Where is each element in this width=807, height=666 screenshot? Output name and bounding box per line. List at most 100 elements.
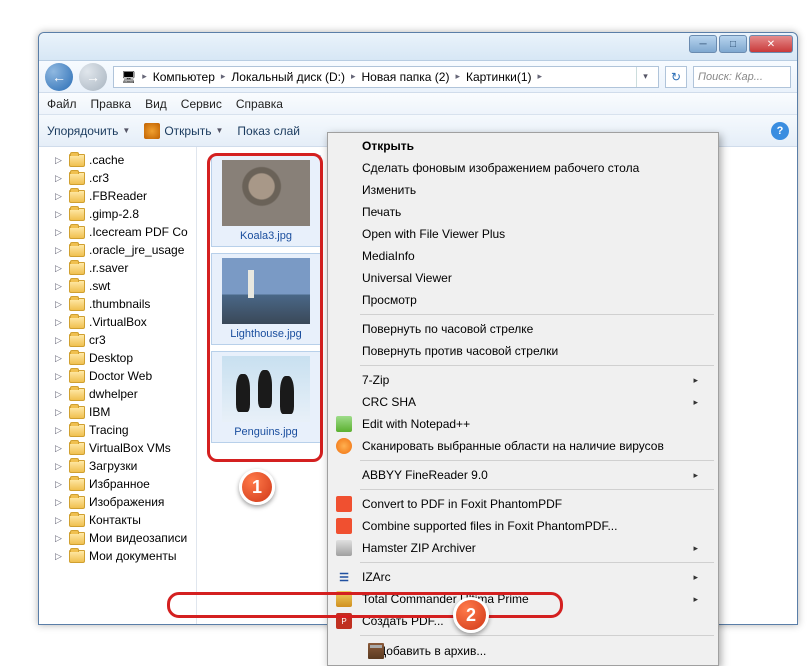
menu-view[interactable]: Вид: [145, 97, 167, 111]
notepad-icon: [336, 416, 352, 432]
tree-item[interactable]: ▷.cr3: [39, 169, 196, 187]
ctx-hamster[interactable]: Hamster ZIP Archiver▸: [330, 537, 716, 559]
file-lighthouse[interactable]: Lighthouse.jpg: [211, 253, 321, 345]
tree-label: dwhelper: [89, 387, 138, 401]
ctx-print[interactable]: Печать: [330, 201, 716, 223]
menu-service[interactable]: Сервис: [181, 97, 222, 111]
folder-icon: [69, 244, 85, 257]
menu-help[interactable]: Справка: [236, 97, 283, 111]
organize-button[interactable]: Упорядочить▼: [47, 124, 130, 138]
tree-item[interactable]: ▷.gimp-2.8: [39, 205, 196, 223]
bc-folder2[interactable]: Картинки(1): [463, 70, 535, 84]
tree-item[interactable]: ▷Tracing: [39, 421, 196, 439]
tree-item[interactable]: ▷VirtualBox VMs: [39, 439, 196, 457]
totalcmd-icon: [336, 591, 352, 607]
back-button[interactable]: ←: [45, 63, 73, 91]
ctx-open[interactable]: Открыть: [330, 135, 716, 157]
folder-icon: [69, 532, 85, 545]
ctx-crcsha[interactable]: CRC SHA▸: [330, 391, 716, 413]
tree-label: .cache: [89, 153, 124, 167]
ctx-izarc[interactable]: ☰IZArc▸: [330, 566, 716, 588]
tree-label: .FBReader: [89, 189, 147, 203]
ctx-fileviewer[interactable]: Open with File Viewer Plus: [330, 223, 716, 245]
ctx-rotate-cw[interactable]: Повернуть по часовой стрелке: [330, 318, 716, 340]
bc-drive[interactable]: Локальный диск (D:): [228, 70, 348, 84]
tree-item[interactable]: ▷.swt: [39, 277, 196, 295]
file-penguins[interactable]: Penguins.jpg: [211, 351, 321, 443]
titlebar[interactable]: ─ □ ✕: [39, 33, 797, 61]
folder-icon: [69, 298, 85, 311]
tree-item[interactable]: ▷Контакты: [39, 511, 196, 529]
maximize-button[interactable]: □: [719, 35, 747, 53]
tree-item[interactable]: ▷Мои видеозаписи: [39, 529, 196, 547]
ctx-abbyy[interactable]: ABBYY FineReader 9.0▸: [330, 464, 716, 486]
help-button[interactable]: ?: [771, 122, 789, 140]
ctx-tcup[interactable]: Total Commander Ultima Prime▸: [330, 588, 716, 610]
tree-label: cr3: [89, 333, 106, 347]
search-input[interactable]: Поиск: Кар...: [693, 66, 791, 88]
tree-item[interactable]: ▷IBM: [39, 403, 196, 421]
tree-item[interactable]: ▷Изображения: [39, 493, 196, 511]
tree-item[interactable]: ▷Загрузки: [39, 457, 196, 475]
refresh-button[interactable]: ↻: [665, 66, 687, 88]
tree-item[interactable]: ▷.cache: [39, 151, 196, 169]
menu-file[interactable]: Файл: [47, 97, 77, 111]
open-button[interactable]: Открыть▼: [144, 123, 223, 139]
folder-icon: [69, 424, 85, 437]
content-pane[interactable]: Koala3.jpg Lighthouse.jpg Penguins.jpg 1…: [197, 147, 797, 624]
file-koala[interactable]: Koala3.jpg: [211, 155, 321, 247]
bc-computer[interactable]: Компьютер: [150, 70, 218, 84]
breadcrumb-dropdown[interactable]: ▾: [636, 67, 654, 87]
open-icon: [144, 123, 160, 139]
tree-item[interactable]: ▷.r.saver: [39, 259, 196, 277]
ctx-mediainfo[interactable]: MediaInfo: [330, 245, 716, 267]
thumbnail-icon: [222, 160, 310, 226]
ctx-avast-scan[interactable]: Сканировать выбранные области на наличие…: [330, 435, 716, 457]
tree-item[interactable]: ▷Doctor Web: [39, 367, 196, 385]
forward-button[interactable]: →: [79, 63, 107, 91]
slideshow-button[interactable]: Показ слай: [237, 124, 300, 138]
tree-item[interactable]: ▷Desktop: [39, 349, 196, 367]
ctx-notepadpp[interactable]: Edit with Notepad++: [330, 413, 716, 435]
tree-label: .thumbnails: [89, 297, 150, 311]
tree-item[interactable]: ▷.thumbnails: [39, 295, 196, 313]
tree-item[interactable]: ▷.VirtualBox: [39, 313, 196, 331]
avast-icon: [336, 438, 352, 454]
breadcrumb[interactable]: 🖥▸ Компьютер▸ Локальный диск (D:)▸ Новая…: [113, 66, 659, 88]
tree-label: .VirtualBox: [89, 315, 147, 329]
menu-edit[interactable]: Правка: [91, 97, 132, 111]
file-label: Lighthouse.jpg: [230, 328, 302, 340]
tree-item[interactable]: ▷Мои документы: [39, 547, 196, 565]
hamster-icon: [336, 540, 352, 556]
tree-item[interactable]: ▷dwhelper: [39, 385, 196, 403]
close-button[interactable]: ✕: [749, 35, 793, 53]
tree-label: .swt: [89, 279, 110, 293]
tree-label: Изображения: [89, 495, 164, 509]
folder-tree[interactable]: ▷.cache▷.cr3▷.FBReader▷.gimp-2.8▷.Icecre…: [39, 147, 197, 624]
ctx-rotate-ccw[interactable]: Повернуть против часовой стрелки: [330, 340, 716, 362]
minimize-button[interactable]: ─: [689, 35, 717, 53]
ctx-add-archive[interactable]: Добавить в архив...: [330, 639, 716, 663]
ctx-foxit-convert[interactable]: Convert to PDF in Foxit PhantomPDF: [330, 493, 716, 515]
ctx-univiewer[interactable]: Universal Viewer: [330, 267, 716, 289]
tree-item[interactable]: ▷cr3: [39, 331, 196, 349]
tree-label: Tracing: [89, 423, 129, 437]
tree-item[interactable]: ▷.FBReader: [39, 187, 196, 205]
tree-label: .Icecream PDF Co: [89, 225, 188, 239]
folder-icon: [69, 352, 85, 365]
ctx-wallpaper[interactable]: Сделать фоновым изображением рабочего ст…: [330, 157, 716, 179]
bc-folder1[interactable]: Новая папка (2): [359, 70, 453, 84]
explorer-window: ─ □ ✕ ← → 🖥▸ Компьютер▸ Локальный диск (…: [38, 32, 798, 625]
tree-label: .oracle_jre_usage: [89, 243, 184, 257]
tree-item[interactable]: ▷.oracle_jre_usage: [39, 241, 196, 259]
tree-item[interactable]: ▷Избранное: [39, 475, 196, 493]
ctx-preview[interactable]: Просмотр: [330, 289, 716, 311]
tree-item[interactable]: ▷.Icecream PDF Co: [39, 223, 196, 241]
ctx-edit[interactable]: Изменить: [330, 179, 716, 201]
folder-icon: [69, 478, 85, 491]
ctx-create-pdf[interactable]: PСоздать PDF...: [330, 610, 716, 632]
ctx-foxit-combine[interactable]: Combine supported files in Foxit Phantom…: [330, 515, 716, 537]
tree-label: IBM: [89, 405, 110, 419]
tree-label: .gimp-2.8: [89, 207, 139, 221]
ctx-7zip[interactable]: 7-Zip▸: [330, 369, 716, 391]
